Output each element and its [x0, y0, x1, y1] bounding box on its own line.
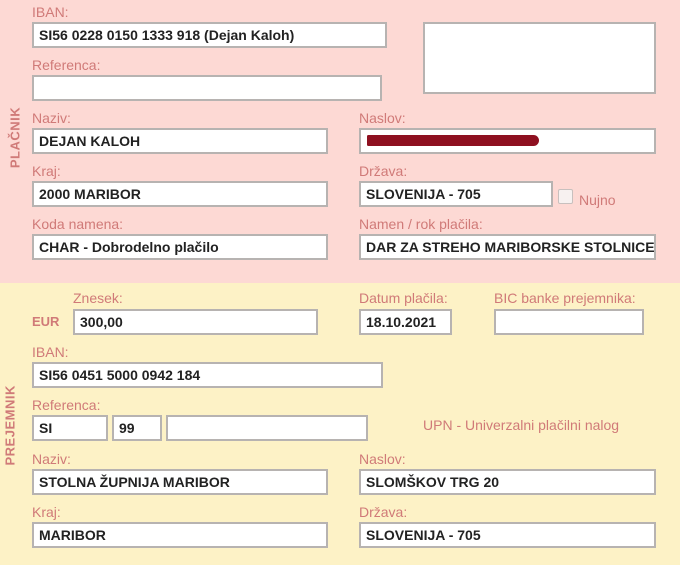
- payer-city-label: Kraj:: [32, 163, 61, 179]
- urgent-checkbox[interactable]: [558, 189, 573, 204]
- payer-purpose-label: Namen / rok plačila:: [359, 216, 483, 232]
- payer-country-label: Država:: [359, 163, 408, 179]
- date-label: Datum plačila:: [359, 290, 448, 306]
- reference-check-field[interactable]: 99: [112, 415, 162, 441]
- amount-label: Znesek:: [73, 290, 123, 306]
- payer-country-field[interactable]: SLOVENIJA - 705: [359, 181, 553, 207]
- payer-purpose-code-label: Koda namena:: [32, 216, 124, 232]
- payer-address-field[interactable]: [359, 128, 656, 154]
- payer-reference-field[interactable]: [32, 75, 382, 101]
- reference-number-field[interactable]: [166, 415, 368, 441]
- urgent-label: Nujno: [579, 192, 616, 208]
- payer-address-label: Naslov:: [359, 110, 406, 126]
- payer-purpose-code-field[interactable]: CHAR - Dobrodelno plačilo: [32, 234, 328, 260]
- payer-name-label: Naziv:: [32, 110, 71, 126]
- payee-section-label: PREJEMNIK: [2, 385, 18, 466]
- payee-address-label: Naslov:: [359, 451, 406, 467]
- qr-code-box: [423, 22, 656, 94]
- payee-city-field[interactable]: MARIBOR: [32, 522, 328, 548]
- payer-purpose-field[interactable]: DAR ZA STREHO MARIBORSKE STOLNICE: [359, 234, 656, 260]
- form-name-label: UPN - Univerzalni plačilni nalog: [423, 417, 620, 433]
- redaction-mark: [367, 135, 539, 146]
- payer-iban-label: IBAN:: [32, 4, 69, 20]
- payer-section-label: PLAČNIK: [7, 106, 23, 169]
- reference-model-field[interactable]: SI: [32, 415, 108, 441]
- payee-name-label: Naziv:: [32, 451, 71, 467]
- bic-label: BIC banke prejemnika:: [494, 290, 636, 306]
- payer-reference-label: Referenca:: [32, 57, 101, 73]
- payee-reference-label: Referenca:: [32, 397, 101, 413]
- currency-label: EUR: [32, 314, 60, 329]
- payee-iban-field[interactable]: SI56 0451 5000 0942 184: [32, 362, 383, 388]
- date-field[interactable]: 18.10.2021: [359, 309, 452, 335]
- payee-iban-label: IBAN:: [32, 344, 69, 360]
- payer-name-field[interactable]: DEJAN KALOH: [32, 128, 328, 154]
- payer-city-field[interactable]: 2000 MARIBOR: [32, 181, 328, 207]
- payee-country-field[interactable]: SLOVENIJA - 705: [359, 522, 656, 548]
- payer-iban-field[interactable]: SI56 0228 0150 1333 918 (Dejan Kaloh): [32, 22, 387, 48]
- amount-field[interactable]: 300,00: [73, 309, 318, 335]
- bic-field[interactable]: [494, 309, 644, 335]
- payee-country-label: Država:: [359, 504, 408, 520]
- payee-section: PREJEMNIK EUR Znesek: 300,00 Datum plači…: [0, 283, 680, 565]
- payer-section: PLAČNIK IBAN: SI56 0228 0150 1333 918 (D…: [0, 0, 680, 283]
- payee-address-field[interactable]: SLOMŠKOV TRG 20: [359, 469, 656, 495]
- payee-name-field[interactable]: STOLNA ŽUPNIJA MARIBOR: [32, 469, 328, 495]
- payee-city-label: Kraj:: [32, 504, 61, 520]
